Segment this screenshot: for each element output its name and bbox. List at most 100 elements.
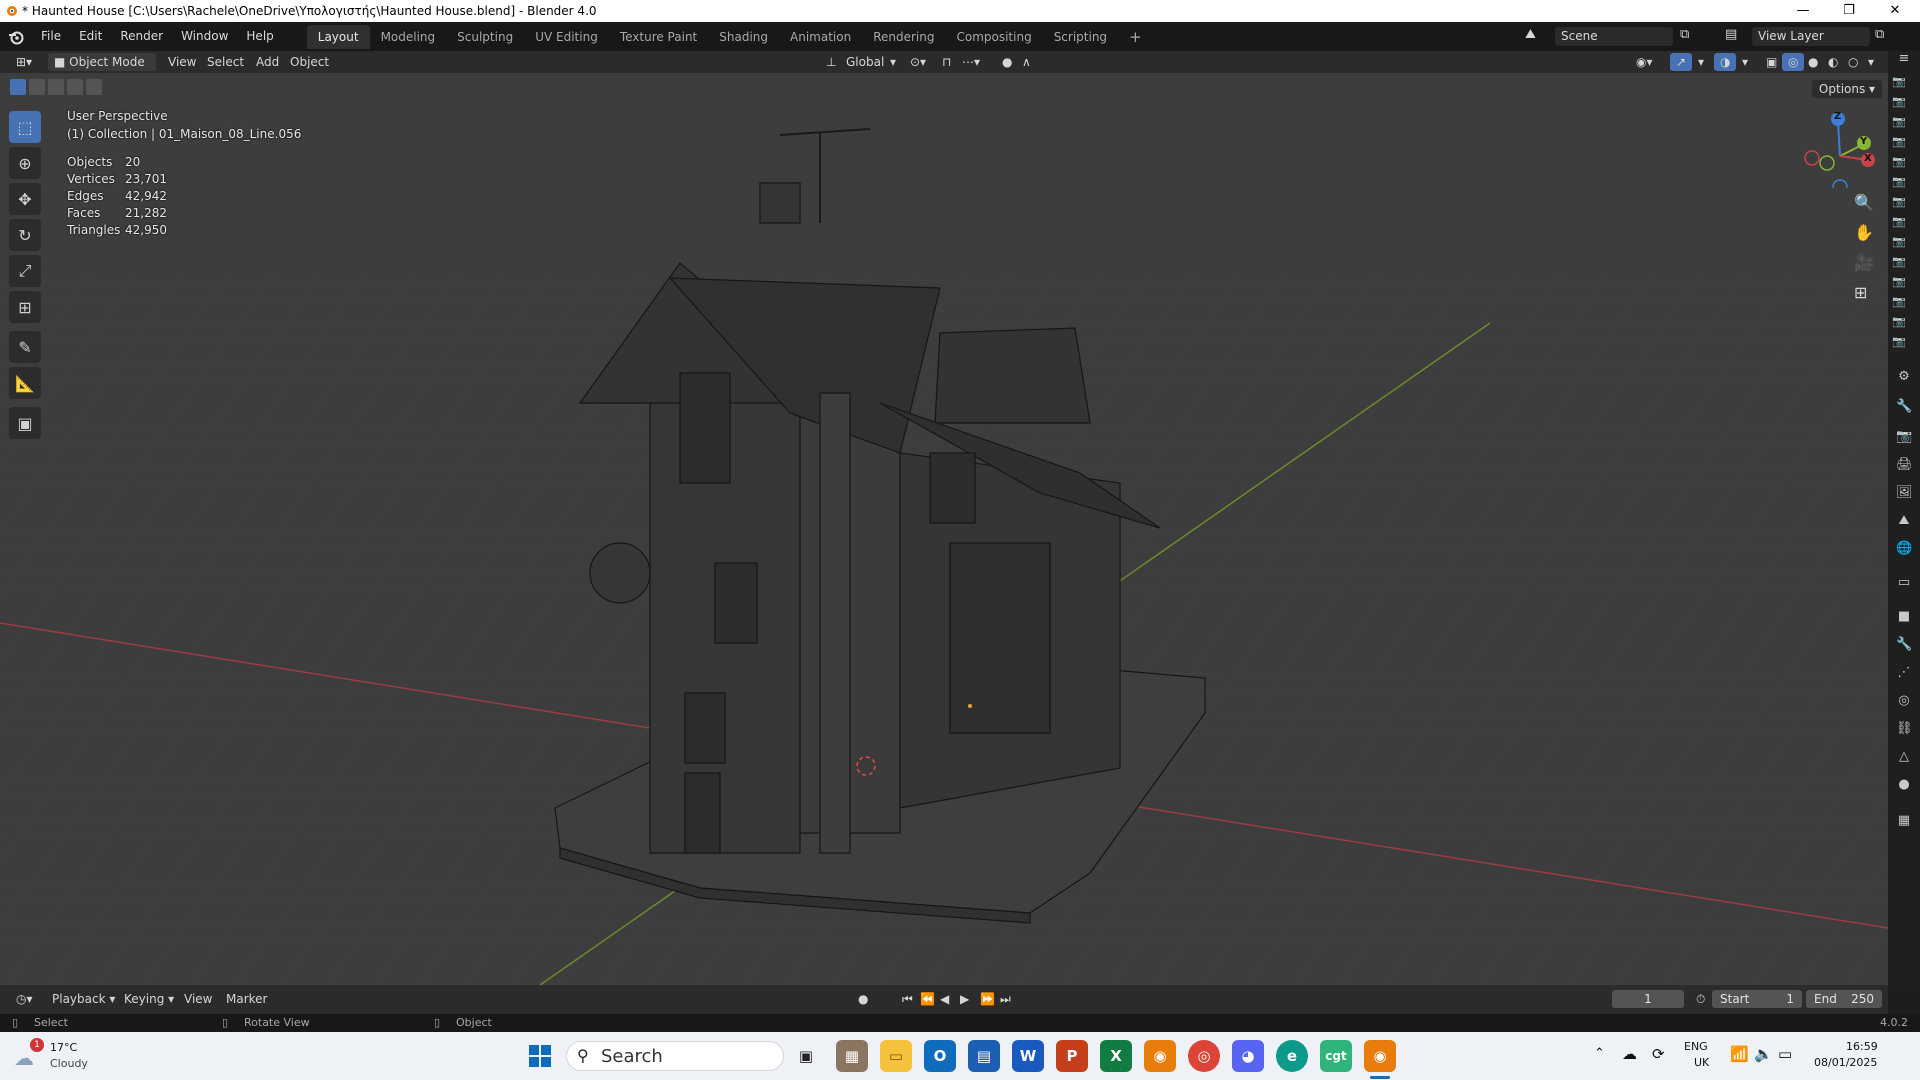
tab-compositing[interactable]: Compositing [945, 25, 1042, 49]
transform-tool-icon[interactable]: ⊞ [9, 291, 41, 323]
maximize-button[interactable]: ❐ [1826, 0, 1872, 22]
material-properties-icon[interactable]: ● [1896, 777, 1912, 793]
snap-target-icon[interactable]: ⋯▾ [956, 53, 986, 71]
scene-properties-icon[interactable]: ⛰ [1896, 513, 1912, 529]
weather-widget[interactable]: ☁ 1 [14, 1038, 44, 1070]
record-icon[interactable]: ● [852, 990, 874, 1008]
clock-time[interactable]: 16:59 [1846, 1040, 1878, 1053]
pan-hand-icon[interactable]: ✋ [1854, 223, 1874, 242]
blender-taskbar-icon[interactable]: ◉ [1144, 1040, 1176, 1072]
visibility-camera-icon[interactable]: 📷 [1892, 235, 1906, 249]
new-view-layer-icon[interactable]: ⧉ [1875, 27, 1884, 42]
object-properties-icon[interactable]: ■ [1896, 609, 1912, 625]
cursor-tool-icon[interactable]: ⊕ [9, 147, 41, 179]
view-layer-properties-icon[interactable]: 🖼 [1896, 485, 1913, 501]
excel-icon[interactable]: X [1100, 1040, 1132, 1072]
particles-properties-icon[interactable]: ⋰ [1896, 665, 1912, 681]
options-dropdown[interactable]: Options ▾ [1812, 80, 1882, 98]
visibility-camera-icon[interactable]: 📷 [1892, 95, 1906, 109]
add-workspace-button[interactable]: + [1118, 25, 1153, 49]
select-intersect-icon[interactable] [86, 79, 102, 95]
zoom-icon[interactable]: 🔍 [1854, 193, 1874, 212]
playback-menu[interactable]: Playback ▾ [46, 990, 121, 1008]
view-layer-icon[interactable]: ▤ [1725, 27, 1737, 42]
timeline-view-menu[interactable]: View [178, 990, 218, 1008]
move-tool-icon[interactable]: ✥ [9, 183, 41, 215]
visibility-camera-icon[interactable]: 📷 [1892, 155, 1906, 169]
snap-icon[interactable]: ⊓ [936, 53, 957, 71]
shading-dropdown-icon[interactable]: ▾ [1862, 53, 1880, 71]
collection-properties-icon[interactable]: ▭ [1896, 575, 1912, 591]
region-label[interactable]: UK [1694, 1056, 1709, 1069]
current-frame-field[interactable]: 1 [1612, 990, 1684, 1008]
scene-icon[interactable]: ⛰ [1525, 27, 1536, 42]
start-frame-field[interactable]: Start 1 [1712, 990, 1802, 1008]
new-scene-icon[interactable]: ⧉ [1680, 27, 1689, 42]
keying-menu[interactable]: Keying ▾ [118, 990, 180, 1008]
language-label[interactable]: ENG [1684, 1040, 1708, 1053]
menu-view[interactable]: View [162, 53, 202, 71]
pivot-icon[interactable]: ⊙▾ [904, 53, 932, 71]
visibility-camera-icon[interactable]: 📷 [1892, 335, 1906, 349]
texture-properties-icon[interactable]: ▦ [1896, 813, 1912, 829]
render-properties-icon[interactable]: 📷 [1896, 429, 1912, 445]
orientation-dropdown-icon[interactable]: ▾ [884, 53, 902, 71]
clock-date[interactable]: 08/01/2025 [1814, 1056, 1877, 1069]
tab-sculpting[interactable]: Sculpting [446, 25, 524, 49]
discord-icon[interactable]: ◕ [1232, 1040, 1264, 1072]
tab-shading[interactable]: Shading [708, 25, 779, 49]
battery-icon[interactable]: ▭ [1778, 1045, 1792, 1063]
close-button[interactable]: ✕ [1872, 0, 1918, 22]
visibility-camera-icon[interactable]: 📷 [1892, 135, 1906, 149]
visibility-camera-icon[interactable]: 📷 [1892, 275, 1906, 289]
mode-selector[interactable]: ■ Object Mode ▾ [48, 53, 156, 87]
photos-app-icon[interactable]: ▦ [836, 1040, 868, 1072]
select-new-icon[interactable] [10, 79, 26, 95]
menu-add[interactable]: Add [250, 53, 285, 71]
volume-icon[interactable]: 🔈 [1754, 1045, 1773, 1063]
scene-selector[interactable]: Scene [1555, 27, 1673, 46]
menu-select[interactable]: Select [201, 53, 250, 71]
visibility-camera-icon[interactable]: 📷 [1892, 75, 1906, 89]
visibility-camera-icon[interactable]: 📷 [1892, 255, 1906, 269]
timeline-editor-icon[interactable]: ◷▾ [10, 990, 39, 1008]
tab-modeling[interactable]: Modeling [370, 25, 447, 49]
physics-properties-icon[interactable]: ◎ [1896, 693, 1912, 709]
annotate-tool-icon[interactable]: ✎ [9, 331, 41, 363]
blender-menu-icon[interactable] [0, 29, 32, 45]
taskbar-search-box[interactable]: ⚲ Search [566, 1041, 784, 1071]
visibility-camera-icon[interactable]: 📷 [1892, 295, 1906, 309]
perspective-toggle-icon[interactable]: ⊞ [1854, 283, 1867, 302]
camera-view-icon[interactable]: 🎥 [1854, 253, 1874, 272]
haunted-house-model[interactable] [554, 128, 1206, 924]
visibility-camera-icon[interactable]: 📷 [1892, 315, 1906, 329]
windows-start-icon[interactable] [524, 1040, 556, 1072]
menu-window[interactable]: Window [172, 22, 237, 51]
editor-type-icon[interactable]: ⊞▾ [10, 53, 38, 71]
rotate-tool-icon[interactable]: ↻ [9, 219, 41, 251]
menu-help[interactable]: Help [237, 22, 282, 51]
file-explorer-icon[interactable]: ▭ [880, 1040, 912, 1072]
outliner-toggle-icon[interactable]: ≡ [1896, 51, 1912, 67]
task-view-icon[interactable]: ▣ [790, 1040, 822, 1072]
xray-icon[interactable]: ▣ [1760, 53, 1783, 71]
measure-tool-icon[interactable]: 📐 [9, 367, 41, 399]
scale-tool-icon[interactable]: ⤢ [9, 255, 41, 287]
gizmo-toggle-icon[interactable]: ↗ [1670, 53, 1693, 71]
view-layer-selector[interactable]: View Layer [1752, 27, 1870, 46]
visibility-camera-icon[interactable]: 📷 [1892, 115, 1906, 129]
falloff-icon[interactable]: ∧ [1016, 53, 1037, 71]
chrome-icon[interactable]: ◎ [1188, 1040, 1220, 1072]
overlay-dropdown-icon[interactable]: ▾ [1736, 53, 1754, 71]
visibility-camera-icon[interactable]: 📷 [1892, 215, 1906, 229]
visibility-icon[interactable]: ◉▾ [1630, 53, 1659, 71]
tab-layout[interactable]: Layout [306, 24, 370, 49]
blender-active-icon[interactable]: ◉ [1364, 1040, 1396, 1072]
data-properties-icon[interactable]: △ [1896, 749, 1912, 765]
cloud-sync-icon[interactable]: ☁ [1622, 1045, 1637, 1063]
output-properties-icon[interactable]: 🖨 [1896, 457, 1913, 473]
menu-edit[interactable]: Edit [70, 22, 111, 51]
tab-texture-paint[interactable]: Texture Paint [609, 25, 708, 49]
3d-viewport[interactable]: User Perspective (1) Collection | 01_Mai… [0, 73, 1888, 985]
select-extend-icon[interactable] [29, 79, 45, 95]
